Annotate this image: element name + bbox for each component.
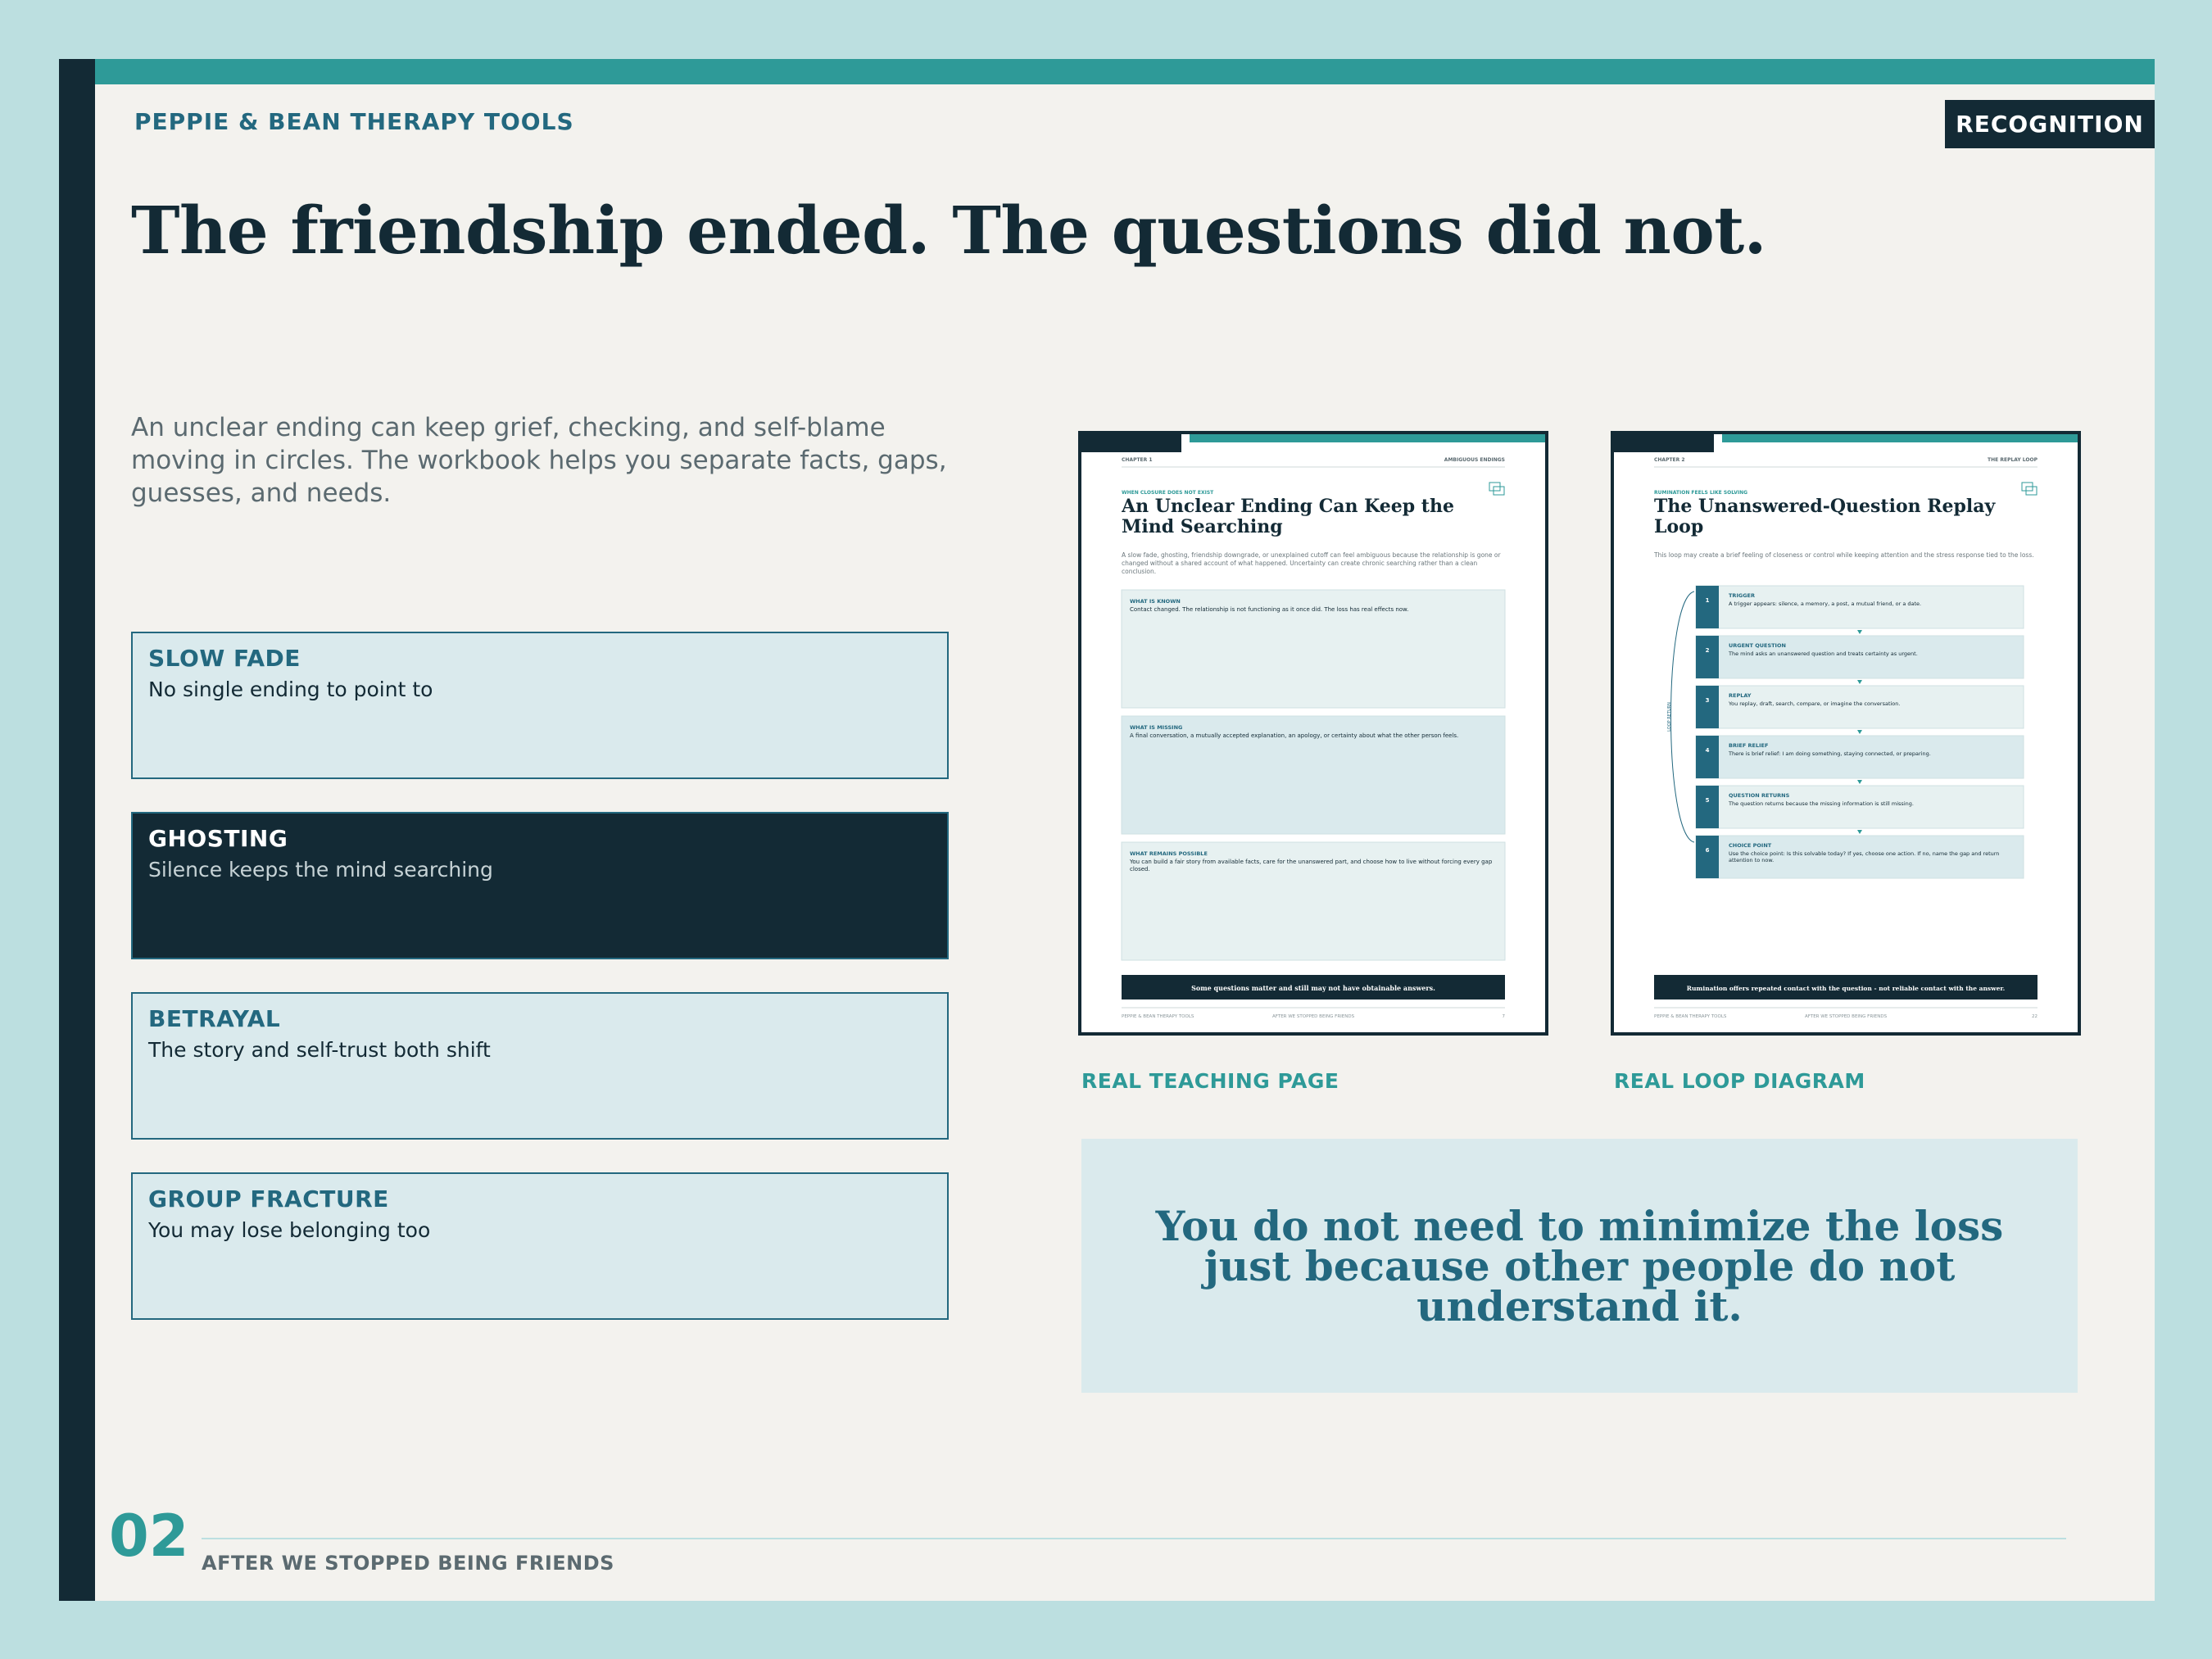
quote-box: You do not need to minimize the loss jus… xyxy=(1081,1139,2078,1393)
slide: PEPPIE & BEAN THERAPY TOOLS RECOGNITION … xyxy=(59,59,2155,1601)
card-title: GHOSTING xyxy=(148,825,288,852)
loop-step: 1 TRIGGER A trigger appears: silence, a me… xyxy=(1695,585,2024,634)
step-number-badge xyxy=(1696,836,1719,878)
card-betrayal: BETRAYAL The story and self-trust both s… xyxy=(131,992,949,1140)
step-number-badge xyxy=(1696,686,1719,728)
caption-loop-diagram: REAL LOOP DIAGRAM xyxy=(1614,1069,1865,1093)
thumb-banner: Some questions matter and still may not … xyxy=(1191,984,1435,992)
step-text: You replay, draft, search, compare, or i… xyxy=(1729,700,1901,707)
thumb-title: The Unanswered-Question Replay Loop xyxy=(1654,496,1996,537)
loop-step: 3 REPLAYYou replay, draft, search, compar… xyxy=(1695,685,2024,734)
card-subtitle: No single ending to point to xyxy=(148,678,433,701)
step-title: QUESTION RETURNS xyxy=(1729,792,1790,799)
caption-teaching-page: REAL TEACHING PAGE xyxy=(1081,1069,1339,1093)
loop-step: 5 QUESTION RETURNSThe question returns be… xyxy=(1695,785,2024,834)
step-text: A trigger appears: silence, a memory, a … xyxy=(1729,601,1922,607)
loop-return-label: LOOP RETURN xyxy=(1667,702,1672,732)
step-title: TRIGGER xyxy=(1729,592,1755,599)
left-accent-bar xyxy=(59,59,95,1601)
brand-label: PEPPIE & BEAN THERAPY TOOLS xyxy=(134,108,574,135)
card-subtitle: Silence keeps the mind searching xyxy=(148,858,493,882)
step-number: 4 xyxy=(1706,747,1710,754)
loop-step: 4 BRIEF RELIEFThere is brief relief: I am… xyxy=(1695,735,2024,784)
card-subtitle: The story and self-trust both shift xyxy=(148,1038,491,1062)
thumb-panel-text: Contact changed. The relationship is not… xyxy=(1130,606,1409,613)
thumb-panel-title: WHAT REMAINS POSSIBLE xyxy=(1130,850,1208,857)
teaching-page-thumbnail: CHAPTER 1 AMBIGUOUS ENDINGS WHEN CLOSURE… xyxy=(1078,431,1548,1036)
step-number-badge xyxy=(1696,586,1719,628)
step-title: CHOICE POINT xyxy=(1729,842,1772,849)
thumb-panel-title: WHAT IS KNOWN xyxy=(1130,598,1181,605)
step-number: 5 xyxy=(1706,797,1710,804)
step-number-badge xyxy=(1696,636,1719,678)
loop-diagram-thumbnail: CHAPTER 2 THE REPLAY LOOP RUMINATION FEE… xyxy=(1611,431,2081,1036)
step-title: REPLAY xyxy=(1729,692,1752,699)
footer-title: AFTER WE STOPPED BEING FRIENDS xyxy=(202,1552,614,1575)
step-number: 6 xyxy=(1706,847,1710,854)
thumb-panel-title: WHAT IS MISSING xyxy=(1130,724,1182,731)
card-slow-fade: SLOW FADE No single ending to point to xyxy=(131,632,949,779)
thumb-footer-mid: AFTER WE STOPPED BEING FRIENDS xyxy=(1272,1014,1355,1019)
thumb-panel-text: You can build a fair story from availabl… xyxy=(1130,859,1493,873)
card-title: BETRAYAL xyxy=(148,1005,281,1032)
card-subtitle: You may lose belonging too xyxy=(148,1218,431,1242)
thumb-footer-page: 7 xyxy=(1503,1014,1506,1019)
step-number-badge xyxy=(1696,786,1719,828)
headline: The friendship ended. The questions did … xyxy=(131,192,1767,269)
quote-text: You do not need to minimize the loss jus… xyxy=(1155,1201,2004,1330)
thumb-footer-mid: AFTER WE STOPPED BEING FRIENDS xyxy=(1805,1014,1888,1019)
thumb-intro: A slow fade, ghosting, friendship downgr… xyxy=(1122,551,1501,575)
thumb-title: An Unclear Ending Can Keep the Mind Sear… xyxy=(1122,496,1454,537)
card-ghosting: GHOSTING Silence keeps the mind searchin… xyxy=(131,812,949,959)
step-number: 2 xyxy=(1706,647,1710,654)
thumb-panel-text: A final conversation, a mutually accepte… xyxy=(1130,732,1459,739)
top-accent-bar xyxy=(95,59,2155,84)
thumb-chapter: CHAPTER 2 xyxy=(1654,457,1685,463)
thumb-chapter: CHAPTER 1 xyxy=(1122,457,1153,463)
loop-step: 6 CHOICE POINTUse the choice point: Is th… xyxy=(1695,835,2024,879)
thumb-section: AMBIGUOUS ENDINGS xyxy=(1444,457,1505,463)
loop-step: 2 URGENT QUESTIONThe mind asks an unanswe… xyxy=(1695,635,2024,684)
loop-diagram-preview: CHAPTER 2 THE REPLAY LOOP RUMINATION FEE… xyxy=(1614,434,2078,1032)
thumb-banner: Rumination offers repeated contact with … xyxy=(1687,985,2006,992)
card-title: GROUP FRACTURE xyxy=(148,1185,389,1213)
step-number-badge xyxy=(1696,736,1719,778)
footer-rule xyxy=(202,1538,2066,1539)
step-text: There is brief relief: I am doing someth… xyxy=(1729,750,1931,757)
step-number: 3 xyxy=(1706,697,1710,704)
section-tag: RECOGNITION xyxy=(1945,100,2155,148)
step-title: BRIEF RELIEF xyxy=(1729,742,1768,749)
thumb-section: THE REPLAY LOOP xyxy=(1988,457,2038,463)
thumb-kicker: WHEN CLOSURE DOES NOT EXIST xyxy=(1122,490,1214,496)
intro-text: An unclear ending can keep grief, checki… xyxy=(131,413,947,508)
step-text: Use the choice point: Is this solvable t… xyxy=(1729,850,2000,863)
card-title: SLOW FADE xyxy=(148,645,301,672)
thumb-footer-left: PEPPIE & BEAN THERAPY TOOLS xyxy=(1122,1014,1194,1019)
step-text: The question returns because the missing… xyxy=(1729,800,1914,807)
teaching-page-preview: CHAPTER 1 AMBIGUOUS ENDINGS WHEN CLOSURE… xyxy=(1081,434,1545,1032)
step-text: The mind asks an unanswered question and… xyxy=(1729,650,1918,657)
step-number: 1 xyxy=(1706,597,1710,604)
thumb-intro: This loop may create a brief feeling of … xyxy=(1654,551,2034,559)
thumb-footer-page: 22 xyxy=(2032,1014,2037,1019)
page-number: 02 xyxy=(109,1503,189,1570)
step-title: URGENT QUESTION xyxy=(1729,642,1786,649)
card-group-fracture: GROUP FRACTURE You may lose belonging to… xyxy=(131,1172,949,1320)
thumb-footer-left: PEPPIE & BEAN THERAPY TOOLS xyxy=(1654,1014,1727,1019)
thumb-kicker: RUMINATION FEELS LIKE SOLVING xyxy=(1654,490,1747,496)
